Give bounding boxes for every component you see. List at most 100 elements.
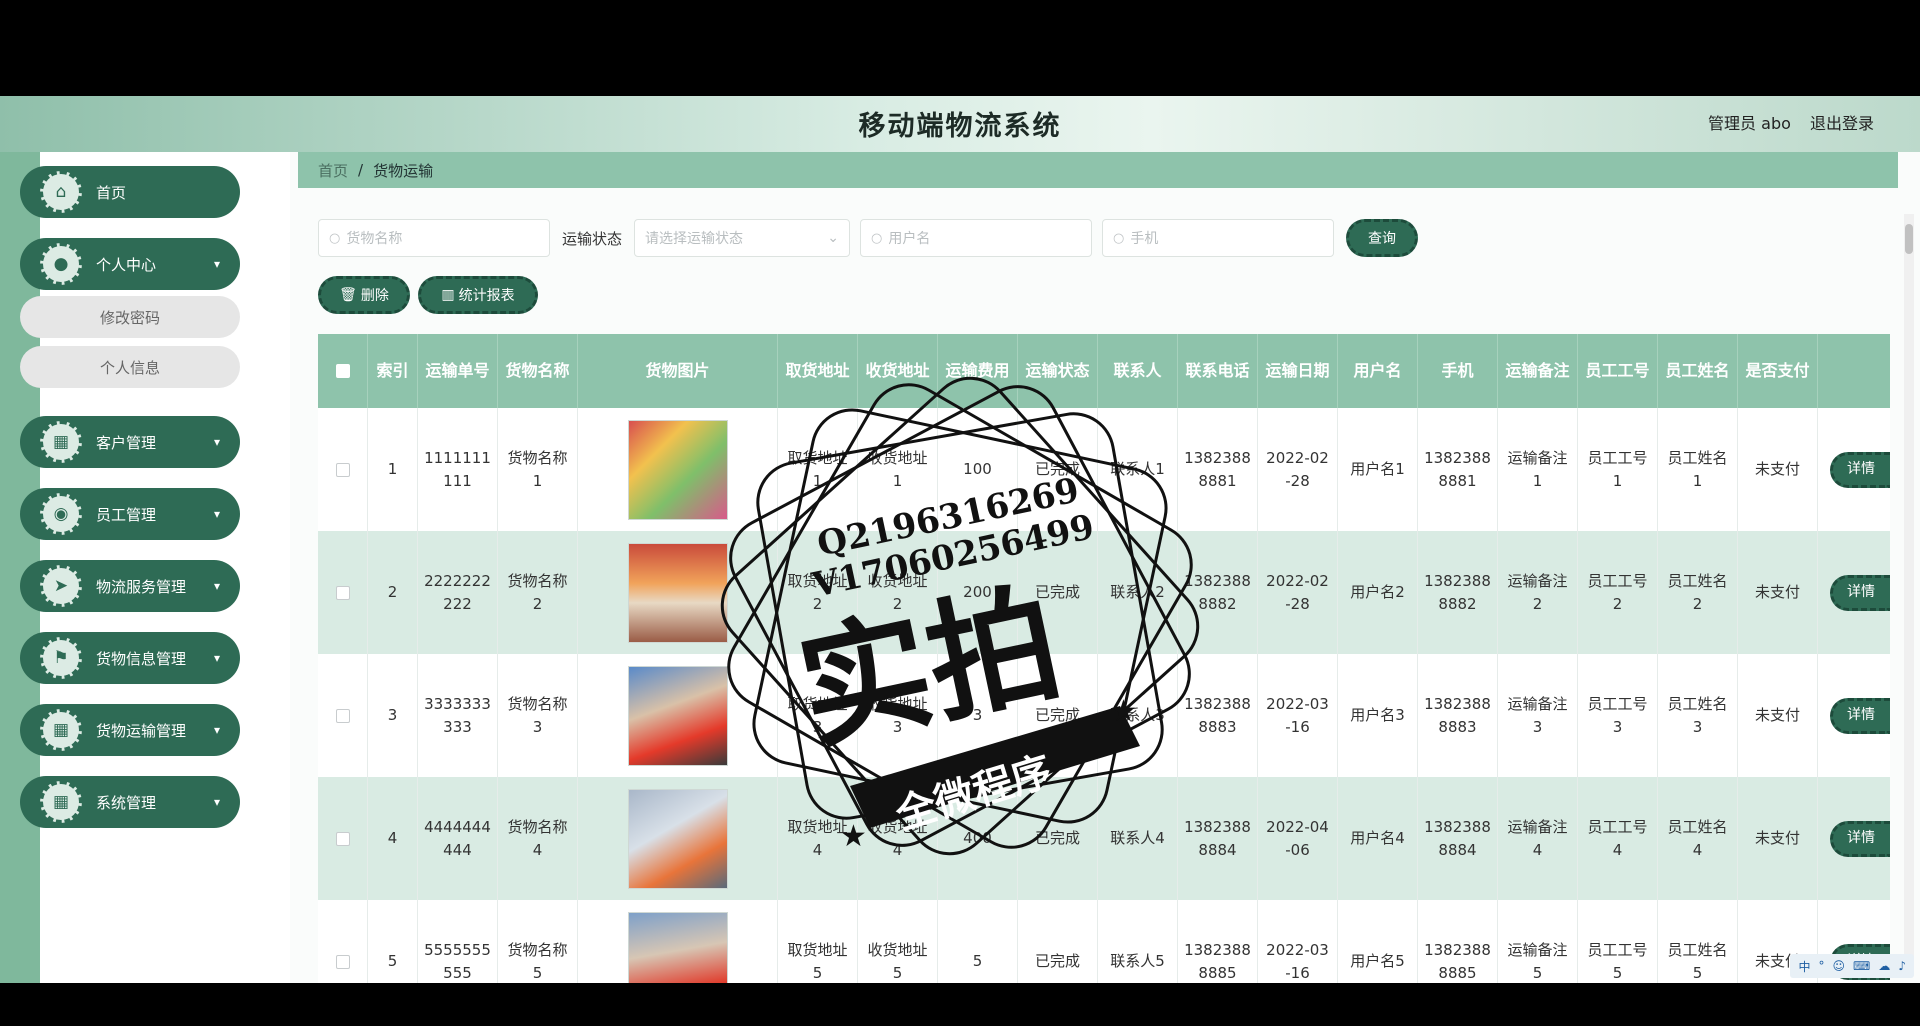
cell-recv: 收货地址3 bbox=[858, 654, 938, 777]
cell-paid: 未支付 bbox=[1738, 531, 1818, 654]
delete-button[interactable]: 🗑 删除 bbox=[318, 276, 410, 314]
detail-button[interactable]: 详情 bbox=[1830, 820, 1890, 857]
cell-tel: 13823888881 bbox=[1178, 408, 1258, 531]
statistics-report-button[interactable]: ▥ 统计报表 bbox=[418, 276, 538, 314]
cell-date: 2022-02-28 bbox=[1258, 531, 1338, 654]
cell-date: 2022-02-28 bbox=[1258, 408, 1338, 531]
input-method-icon[interactable]: 中 bbox=[1798, 958, 1810, 975]
sidebar-item-customers[interactable]: ▦ 客户管理 ▾ bbox=[20, 416, 240, 468]
search-icon: ○ bbox=[329, 230, 341, 246]
goods-name-input[interactable]: ○ 货物名称 bbox=[318, 219, 550, 257]
main-content: 首页 / 货物运输 ○ 货物名称 运输状态 请选择运输状态 ⌄ ○ 用户名 ○ … bbox=[290, 152, 1920, 983]
app-window: 移动端物流系统 管理员 abo 退出登录 ⌂ 首页 ● 个人中心 ▾ 修改密码 … bbox=[0, 96, 1920, 983]
sidebar-item-goods-info[interactable]: ⚑ 货物信息管理 ▾ bbox=[20, 632, 240, 684]
col-header: 联系人 bbox=[1098, 334, 1178, 408]
row-checkbox[interactable] bbox=[335, 831, 350, 846]
username-input[interactable]: ○ 用户名 bbox=[860, 219, 1093, 257]
query-button[interactable]: 查询 bbox=[1346, 219, 1419, 257]
sidebar-item-logistics-service[interactable]: ➤ 物流服务管理 ▾ bbox=[20, 560, 240, 612]
page-title: 移动端物流系统 bbox=[858, 111, 1062, 142]
goods-image-cell bbox=[578, 777, 778, 900]
row-checkbox[interactable] bbox=[335, 954, 350, 969]
cell-tel: 13823888883 bbox=[1178, 654, 1258, 777]
sidebar-item-label: 员工管理 bbox=[96, 505, 157, 524]
cell-empname: 员工姓名2 bbox=[1658, 531, 1738, 654]
cell-name: 货物名称5 bbox=[498, 900, 578, 983]
punctuation-icon[interactable]: ° bbox=[1818, 959, 1824, 973]
detail-button[interactable]: 详情 bbox=[1830, 697, 1890, 734]
user-icon: ● bbox=[40, 243, 82, 285]
search-icon: ○ bbox=[871, 230, 883, 246]
cell-name: 货物名称3 bbox=[498, 654, 578, 777]
table-row: 4 4444444444 货物名称4 取货地址4 收货地址4 400 已完成 联系人4 1382… bbox=[318, 777, 1890, 900]
breadcrumb-home[interactable]: 首页 bbox=[318, 160, 348, 181]
detail-button[interactable]: 详情 bbox=[1830, 574, 1890, 611]
home-icon: ⌂ bbox=[40, 171, 82, 213]
vertical-scrollbar[interactable] bbox=[1904, 214, 1914, 974]
sidebar-item-system[interactable]: ▦ 系统管理 ▾ bbox=[20, 776, 240, 828]
select-all-checkbox[interactable] bbox=[335, 364, 350, 378]
transport-state-placeholder: 请选择运输状态 bbox=[645, 231, 744, 247]
cell-order: 1111111111 bbox=[418, 408, 498, 531]
user-label: 管理员 abo bbox=[1708, 114, 1791, 133]
cell-user: 用户名5 bbox=[1338, 900, 1418, 983]
col-header: 运输备注 bbox=[1498, 334, 1578, 408]
cell-empno: 员工工号4 bbox=[1578, 777, 1658, 900]
goods-image bbox=[627, 911, 728, 983]
cell-date: 2022-04-06 bbox=[1258, 777, 1338, 900]
cell-idx: 1 bbox=[368, 408, 418, 531]
actions-cell: 详情 bbox=[1818, 531, 1890, 654]
detail-button[interactable]: 详情 bbox=[1830, 451, 1890, 488]
phone-input[interactable]: ○ 手机 bbox=[1102, 219, 1335, 257]
send-icon: ➤ bbox=[40, 565, 82, 607]
cell-state: 已完成 bbox=[1018, 654, 1098, 777]
cell-phone: 13823888885 bbox=[1418, 900, 1498, 983]
submenu-personal-info[interactable]: 个人信息 bbox=[20, 346, 240, 388]
scrollbar-thumb[interactable] bbox=[1905, 224, 1913, 254]
skin-icon[interactable]: ☁ bbox=[1878, 959, 1890, 973]
breadcrumb-separator: / bbox=[358, 161, 364, 179]
cell-user: 用户名1 bbox=[1338, 408, 1418, 531]
table-row: 2 2222222222 货物名称2 取货地址2 收货地址2 200 已完成 联系人2 1382… bbox=[318, 531, 1890, 654]
col-header: 索引 bbox=[368, 334, 418, 408]
logout-link[interactable]: 退出登录 bbox=[1810, 114, 1874, 133]
search-bar: ○ 货物名称 运输状态 请选择运输状态 ⌄ ○ 用户名 ○ 手机 查询 bbox=[318, 218, 1419, 258]
emoji-icon[interactable]: ☺ bbox=[1832, 959, 1845, 973]
goods-image-cell bbox=[578, 531, 778, 654]
cell-name: 货物名称1 bbox=[498, 408, 578, 531]
row-checkbox[interactable] bbox=[335, 708, 350, 723]
cell-pick: 取货地址4 bbox=[778, 777, 858, 900]
letterbox-bottom bbox=[0, 983, 1920, 1026]
col-header: 运输状态 bbox=[1018, 334, 1098, 408]
row-select-cell bbox=[318, 531, 368, 654]
sidebar-item-goods-transport[interactable]: ▦ 货物运输管理 ▾ bbox=[20, 704, 240, 756]
row-checkbox[interactable] bbox=[335, 585, 350, 600]
goods-name-placeholder: 货物名称 bbox=[346, 231, 403, 247]
trash-icon: 🗑 bbox=[339, 287, 357, 303]
cell-empname: 员工姓名3 bbox=[1658, 654, 1738, 777]
col-header: 是否支付 bbox=[1738, 334, 1818, 408]
cell-empno: 员工工号3 bbox=[1578, 654, 1658, 777]
goods-image-cell bbox=[578, 654, 778, 777]
goods-image bbox=[627, 419, 728, 520]
user-area: 管理员 abo 退出登录 bbox=[1694, 110, 1874, 134]
cell-fee: 3 bbox=[938, 654, 1018, 777]
row-checkbox[interactable] bbox=[335, 462, 350, 477]
sidebar-item-personal-center[interactable]: ● 个人中心 ▾ bbox=[20, 238, 240, 290]
cell-paid: 未支付 bbox=[1738, 654, 1818, 777]
search-icon: ○ bbox=[1113, 230, 1125, 246]
cell-date: 2022-03-16 bbox=[1258, 900, 1338, 983]
cell-tel: 13823888884 bbox=[1178, 777, 1258, 900]
row-select-cell bbox=[318, 777, 368, 900]
col-header: 收货地址 bbox=[858, 334, 938, 408]
submenu-change-password[interactable]: 修改密码 bbox=[20, 296, 240, 338]
header: 移动端物流系统 管理员 abo 退出登录 bbox=[0, 96, 1920, 152]
col-header: 运输单号 bbox=[418, 334, 498, 408]
transport-state-select[interactable]: 请选择运输状态 ⌄ bbox=[634, 219, 851, 257]
goods-image-cell bbox=[578, 900, 778, 983]
keyboard-icon[interactable]: ⌨ bbox=[1853, 959, 1870, 973]
sidebar-item-home[interactable]: ⌂ 首页 bbox=[20, 166, 240, 218]
cell-phone: 13823888884 bbox=[1418, 777, 1498, 900]
sound-icon[interactable]: ♪ bbox=[1898, 959, 1906, 973]
sidebar-item-employees[interactable]: ◉ 员工管理 ▾ bbox=[20, 488, 240, 540]
